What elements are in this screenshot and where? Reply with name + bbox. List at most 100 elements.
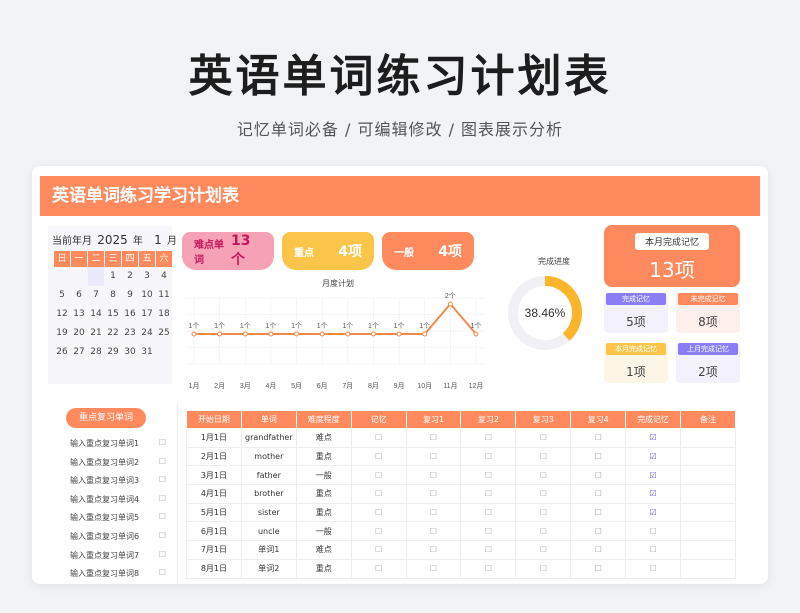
calendar-day[interactable]: 1 (105, 267, 121, 286)
calendar-day[interactable]: 14 (88, 305, 104, 324)
calendar-day[interactable]: 30 (122, 343, 138, 362)
list-item[interactable]: 输入重点复习单词7 ☐ (70, 550, 166, 561)
calendar-day[interactable]: 21 (88, 324, 104, 343)
checkbox-memorize[interactable]: ☐ (350, 521, 407, 542)
checkbox-review1[interactable]: ☐ (405, 521, 462, 542)
calendar-day[interactable]: 26 (54, 343, 70, 362)
calendar-day[interactable]: 24 (139, 324, 155, 343)
checkbox-review3[interactable]: ☐ (515, 446, 572, 467)
checkbox-review3[interactable]: ☐ (515, 428, 572, 448)
checkbox-review2[interactable]: ☐ (460, 521, 517, 542)
checkbox-review3[interactable]: ☐ (515, 465, 572, 486)
checkbox-memorize[interactable]: ☐ (350, 428, 407, 448)
cell-note[interactable] (680, 558, 736, 579)
checkbox-review4[interactable]: ☐ (570, 465, 627, 486)
calendar-day[interactable]: 8 (105, 286, 121, 305)
checkbox-review1[interactable]: ☐ (405, 558, 462, 579)
checkbox-icon[interactable]: ☐ (159, 550, 166, 561)
calendar-day[interactable]: 18 (156, 305, 172, 324)
list-item[interactable]: 输入重点复习单词3 ☐ (70, 475, 166, 486)
checkbox-completed[interactable]: ☐ (625, 540, 682, 560)
checkbox-review4[interactable]: ☐ (570, 540, 627, 560)
calendar-day[interactable]: 6 (71, 286, 87, 305)
calendar-day[interactable]: 16 (122, 305, 138, 324)
checkbox-review1[interactable]: ☐ (405, 428, 462, 448)
calendar-day[interactable]: 15 (105, 305, 121, 324)
calendar-day[interactable]: 20 (71, 324, 87, 343)
calendar-day[interactable]: 4 (156, 267, 172, 286)
calendar-day[interactable]: 10 (139, 286, 155, 305)
calendar-day[interactable]: 9 (122, 286, 138, 305)
checkbox-completed[interactable]: ☑ (625, 428, 682, 448)
checkbox-review1[interactable]: ☐ (405, 465, 462, 486)
checkbox-icon[interactable]: ☐ (159, 531, 166, 542)
calendar-day[interactable]: 2 (122, 267, 138, 286)
calendar-day[interactable]: 12 (54, 305, 70, 324)
checkbox-review2[interactable]: ☐ (460, 502, 517, 523)
cell-note[interactable] (680, 521, 736, 542)
calendar-day[interactable] (71, 267, 87, 286)
list-item[interactable]: 输入重点复习单词1 ☐ (70, 438, 166, 449)
checkbox-review1[interactable]: ☐ (405, 540, 462, 560)
checkbox-completed[interactable]: ☐ (625, 521, 682, 542)
calendar-day[interactable]: 28 (88, 343, 104, 362)
calendar-day[interactable] (88, 267, 104, 286)
list-item[interactable]: 输入重点复习单词5 ☐ (70, 512, 166, 523)
cell-note[interactable] (680, 428, 736, 448)
checkbox-review2[interactable]: ☐ (460, 465, 517, 486)
list-item[interactable]: 输入重点复习单词8 ☐ (70, 568, 166, 579)
calendar-day[interactable]: 3 (139, 267, 155, 286)
checkbox-completed[interactable]: ☑ (625, 446, 682, 467)
checkbox-memorize[interactable]: ☐ (350, 484, 407, 504)
calendar-day[interactable]: 31 (139, 343, 155, 362)
checkbox-icon[interactable]: ☐ (159, 438, 166, 449)
checkbox-review4[interactable]: ☐ (570, 502, 627, 523)
calendar-day[interactable]: 11 (156, 286, 172, 305)
calendar-day[interactable]: 25 (156, 324, 172, 343)
calendar-month[interactable]: 1 (154, 233, 162, 247)
calendar-day[interactable]: 19 (54, 324, 70, 343)
checkbox-review4[interactable]: ☐ (570, 446, 627, 467)
checkbox-review1[interactable]: ☐ (405, 446, 462, 467)
list-item[interactable]: 输入重点复习单词2 ☐ (70, 457, 166, 468)
checkbox-memorize[interactable]: ☐ (350, 446, 407, 467)
calendar-day[interactable] (54, 267, 70, 286)
checkbox-review2[interactable]: ☐ (460, 558, 517, 579)
list-item[interactable]: 输入重点复习单词4 ☐ (70, 494, 166, 505)
calendar-day[interactable]: 7 (88, 286, 104, 305)
calendar-day[interactable]: 5 (54, 286, 70, 305)
checkbox-completed[interactable]: ☑ (625, 465, 682, 486)
checkbox-review4[interactable]: ☐ (570, 521, 627, 542)
checkbox-review4[interactable]: ☐ (570, 484, 627, 504)
calendar-day[interactable]: 23 (122, 324, 138, 343)
checkbox-completed[interactable]: ☐ (625, 558, 682, 579)
checkbox-review2[interactable]: ☐ (460, 484, 517, 504)
calendar-day[interactable]: 27 (71, 343, 87, 362)
checkbox-review1[interactable]: ☐ (405, 484, 462, 504)
checkbox-review3[interactable]: ☐ (515, 502, 572, 523)
checkbox-memorize[interactable]: ☐ (350, 465, 407, 486)
checkbox-completed[interactable]: ☑ (625, 502, 682, 523)
checkbox-review2[interactable]: ☐ (460, 446, 517, 467)
checkbox-icon[interactable]: ☐ (159, 457, 166, 468)
calendar-day[interactable]: 22 (105, 324, 121, 343)
cell-note[interactable] (680, 540, 736, 560)
checkbox-review3[interactable]: ☐ (515, 540, 572, 560)
cell-note[interactable] (680, 465, 736, 486)
calendar-year[interactable]: 2025 (97, 233, 128, 247)
checkbox-icon[interactable]: ☐ (159, 512, 166, 523)
cell-note[interactable] (680, 484, 736, 504)
checkbox-review2[interactable]: ☐ (460, 540, 517, 560)
cell-note[interactable] (680, 502, 736, 523)
checkbox-review4[interactable]: ☐ (570, 428, 627, 448)
checkbox-review3[interactable]: ☐ (515, 484, 572, 504)
calendar-day[interactable]: 13 (71, 305, 87, 324)
checkbox-memorize[interactable]: ☐ (350, 558, 407, 579)
checkbox-icon[interactable]: ☐ (159, 494, 166, 505)
checkbox-memorize[interactable]: ☐ (350, 502, 407, 523)
checkbox-icon[interactable]: ☐ (159, 475, 166, 486)
checkbox-review4[interactable]: ☐ (570, 558, 627, 579)
calendar-day[interactable]: 29 (105, 343, 121, 362)
checkbox-memorize[interactable]: ☐ (350, 540, 407, 560)
list-item[interactable]: 输入重点复习单词6 ☐ (70, 531, 166, 542)
